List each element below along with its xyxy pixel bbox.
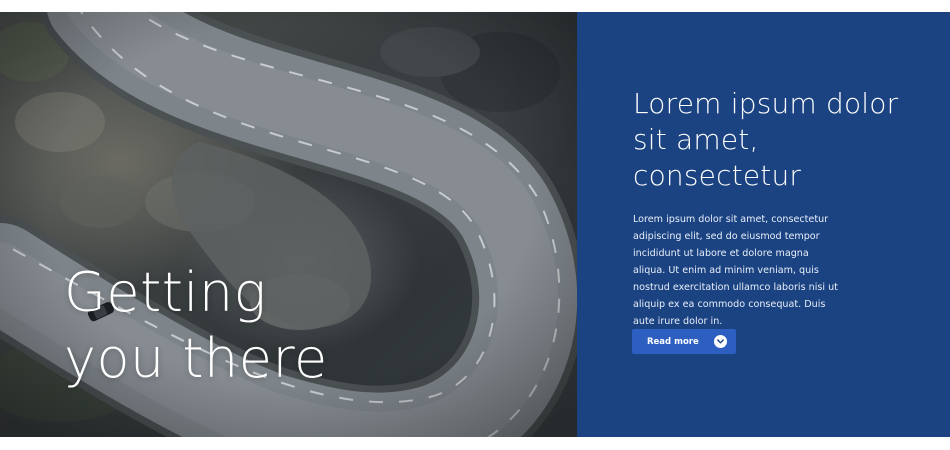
hero-title: Getting you there	[64, 261, 328, 390]
panel-body-text: Lorem ipsum dolor sit amet, consectetur …	[633, 214, 838, 327]
read-more-button[interactable]: Read more	[632, 329, 736, 354]
read-more-label: Read more	[647, 336, 699, 347]
panel-heading: Lorem ipsum dolor sit amet, consectetur	[633, 87, 899, 192]
chevron-down-icon	[714, 335, 727, 348]
hero-image: Getting you there	[0, 12, 577, 437]
hero-section: Getting you there Lorem ipsum dolor sit …	[0, 12, 950, 437]
content-panel: Lorem ipsum dolor sit amet, consectetur …	[577, 12, 950, 437]
